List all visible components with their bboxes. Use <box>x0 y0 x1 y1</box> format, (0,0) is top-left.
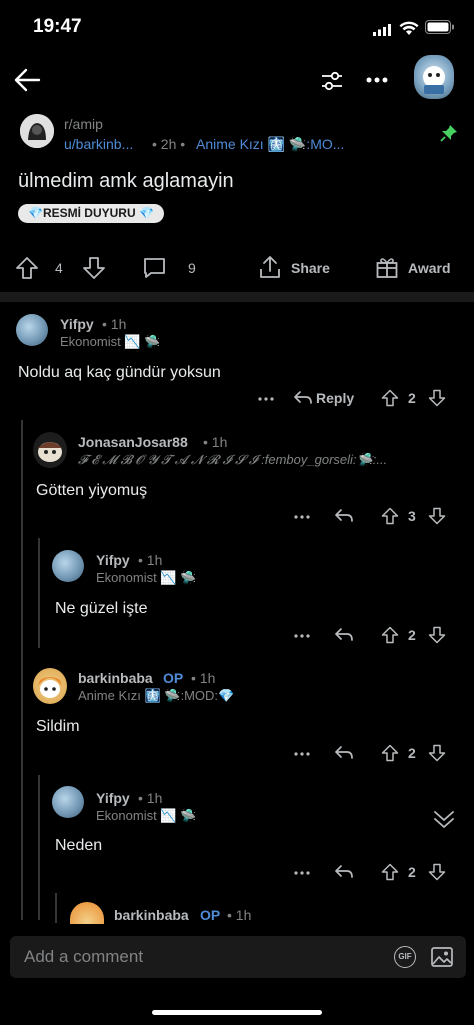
comment-vote-count: 2 <box>408 745 416 761</box>
comment-avatar[interactable] <box>52 550 84 582</box>
comment-vote-count: 2 <box>408 390 416 406</box>
comment-username[interactable]: JonasanJosar88 <box>78 434 188 450</box>
reply-icon[interactable] <box>334 508 354 524</box>
comment-user-flair: Ekonomist 📉 🛸 <box>60 334 161 349</box>
cellular-signal-icon <box>373 24 391 36</box>
comment-username[interactable]: barkinbaba <box>78 670 153 686</box>
home-indicator <box>152 1010 322 1015</box>
upvote-icon[interactable] <box>15 256 39 280</box>
comment-downvote-icon[interactable] <box>428 389 446 407</box>
comment-downvote-icon[interactable] <box>428 507 446 525</box>
battery-icon <box>425 20 454 34</box>
award-icon[interactable] <box>375 255 399 279</box>
comment-avatar[interactable] <box>33 432 67 468</box>
comment-upvote-icon[interactable] <box>381 744 399 762</box>
add-comment-input[interactable]: Add a comment GIF <box>10 936 466 978</box>
comment-age: • 1h <box>203 434 228 450</box>
comment-vote-count: 3 <box>408 508 416 524</box>
collapse-chevron-icon[interactable] <box>432 809 456 829</box>
comment-upvote-icon[interactable] <box>381 626 399 644</box>
reply-icon[interactable] <box>334 627 354 643</box>
comment-text[interactable]: Ne güzel işte <box>55 600 148 618</box>
post-actions-bar: 4 9 Share Award <box>0 245 474 291</box>
comment-icon[interactable] <box>142 256 167 280</box>
comment-more-icon[interactable] <box>258 397 274 401</box>
comment-username[interactable]: Yifpy <box>96 790 130 806</box>
comment-vote-count: 2 <box>408 864 416 880</box>
subreddit-name[interactable]: r/amip <box>64 116 103 132</box>
post-author-flair: Anime Kızı 🩻 🛸:MO... <box>196 136 345 152</box>
reply-button-label[interactable]: Reply <box>316 390 354 406</box>
comment-text[interactable]: Neden <box>55 837 102 855</box>
comment-more-icon[interactable] <box>294 515 310 519</box>
post-age: • 2h • <box>152 136 186 152</box>
share-icon[interactable] <box>258 255 282 279</box>
thread-line <box>38 775 40 920</box>
comment-age: • 1h <box>227 907 252 923</box>
image-upload-icon[interactable] <box>430 945 454 969</box>
post-title[interactable]: ülmedim amk aglamayin <box>18 170 234 193</box>
reply-icon[interactable] <box>334 864 354 880</box>
subreddit-logo-icon <box>20 114 54 148</box>
thread-line <box>38 538 40 648</box>
post-comment-count: 9 <box>188 260 196 276</box>
comment-more-icon[interactable] <box>294 634 310 638</box>
comment-age: • 1h <box>138 552 163 568</box>
award-button-label[interactable]: Award <box>408 260 451 276</box>
comment-text[interactable]: Noldu aq kaç gündür yoksun <box>18 364 221 382</box>
comment-avatar[interactable] <box>52 786 84 818</box>
add-comment-placeholder: Add a comment <box>24 947 144 966</box>
op-badge: OP <box>200 907 221 923</box>
comment-downvote-icon[interactable] <box>428 744 446 762</box>
comment-upvote-icon[interactable] <box>381 389 399 407</box>
pin-icon <box>440 125 457 142</box>
comment-age: • 1h <box>102 316 127 332</box>
downvote-icon[interactable] <box>82 256 106 280</box>
comment-username[interactable]: Yifpy <box>96 552 130 568</box>
comment-more-icon[interactable] <box>294 752 310 756</box>
comment-avatar[interactable] <box>33 668 67 704</box>
gif-label: GIF <box>398 952 412 961</box>
comment-text[interactable]: Sildim <box>36 718 80 736</box>
back-arrow-icon[interactable] <box>13 66 41 94</box>
reply-icon[interactable] <box>334 745 354 761</box>
status-time: 19:47 <box>33 16 82 37</box>
comment-upvote-icon[interactable] <box>381 863 399 881</box>
comment-user-flair: Ekonomist 📉 🛸 <box>96 808 197 823</box>
gif-button[interactable]: GIF <box>394 946 416 968</box>
post-flair-badge[interactable]: 💎RESMİ DUYURU 💎 <box>18 204 164 223</box>
section-divider <box>0 292 474 302</box>
comment-downvote-icon[interactable] <box>428 863 446 881</box>
status-bar: 19:47 <box>0 0 474 56</box>
comment-age: • 1h <box>138 790 163 806</box>
comment-more-icon[interactable] <box>294 871 310 875</box>
share-button-label[interactable]: Share <box>291 260 330 276</box>
thread-line <box>21 420 23 920</box>
comment-username[interactable]: Yifpy <box>60 316 94 332</box>
reply-icon[interactable] <box>293 390 313 406</box>
post-upvote-count: 4 <box>55 260 63 276</box>
comment-downvote-icon[interactable] <box>428 626 446 644</box>
post-author[interactable]: u/barkinb... <box>64 136 133 152</box>
op-badge: OP <box>163 670 184 686</box>
snoo-avatar-icon <box>38 677 62 698</box>
wifi-icon <box>399 21 419 35</box>
thread-line <box>55 893 57 923</box>
comment-text[interactable]: Götten yiyomuş <box>36 482 147 500</box>
comment-user-flair: Ekonomist 📉 🛸 <box>96 570 197 585</box>
comment-age: • 1h <box>191 670 216 686</box>
comment-upvote-icon[interactable] <box>381 507 399 525</box>
snoo-avatar-icon <box>38 442 62 462</box>
snoo-avatar-icon <box>423 66 445 94</box>
subreddit-avatar[interactable] <box>20 114 54 148</box>
comment-avatar[interactable] <box>70 902 104 924</box>
comment-vote-count: 2 <box>408 627 416 643</box>
comment-username[interactable]: barkinbaba <box>114 907 189 923</box>
comment-avatar[interactable] <box>16 314 48 346</box>
more-options-icon[interactable] <box>365 76 389 84</box>
sort-options-icon[interactable] <box>320 70 344 92</box>
user-avatar[interactable] <box>414 55 454 99</box>
comment-user-flair: 𝓕 𝓔 𝓜 𝓑 𝓞 𝓨 𝓣 𝓐 𝓝 𝓡 𝓘 𝓢 𝓘 :femboy_gorsel… <box>78 452 388 467</box>
comment-user-flair: Anime Kızı 🩻 🛸:MOD:💎 <box>78 688 235 703</box>
